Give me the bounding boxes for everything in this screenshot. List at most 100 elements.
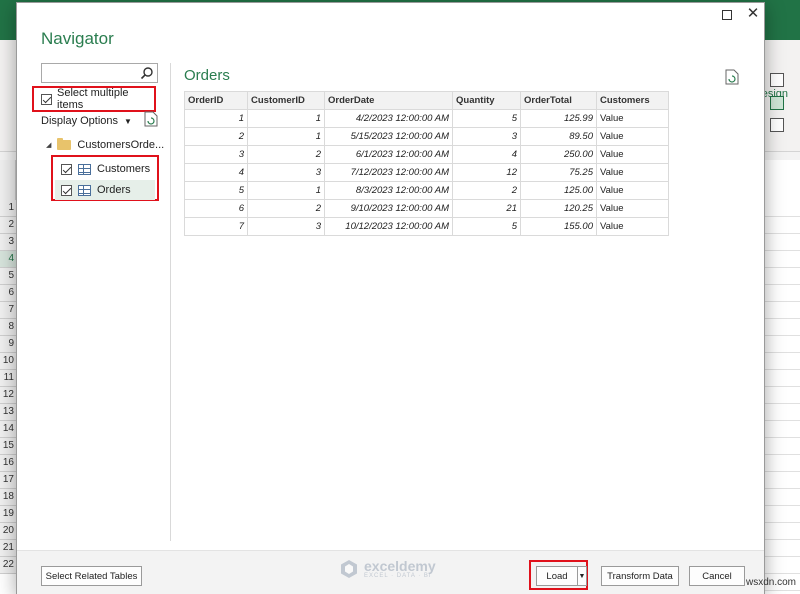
row-header[interactable]: 8 (0, 319, 16, 336)
table-row: 5 1 8/3/2023 12:00:00 AM 2 125.00 Value (184, 181, 669, 200)
table-cell: 2 (452, 181, 521, 200)
table-cell: 89.50 (520, 127, 597, 146)
row-header[interactable]: 19 (0, 506, 16, 523)
column-header[interactable]: Customers (596, 91, 669, 110)
row-header[interactable]: 5 (0, 268, 16, 285)
table-cell[interactable]: Value (596, 199, 669, 218)
row-header[interactable]: 9 (0, 336, 16, 353)
table-cell: 1 (247, 109, 325, 128)
tree-items-group: Customers Orders (51, 155, 159, 201)
chevron-down-icon: ▼ (124, 116, 132, 126)
table-cell: 1 (247, 127, 325, 146)
column-header[interactable]: OrderID (184, 91, 248, 110)
row-header[interactable]: 11 (0, 370, 16, 387)
ribbon-icon[interactable] (770, 73, 784, 87)
row-header[interactable]: 2 (0, 217, 16, 234)
table-cell: 75.25 (520, 163, 597, 182)
maximize-icon (722, 10, 732, 20)
column-header[interactable]: OrderDate (324, 91, 453, 110)
site-watermark: wsxdn.com (746, 577, 797, 588)
select-multiple-items-checkbox[interactable]: Select multiple items (32, 86, 156, 112)
row-header[interactable]: 21 (0, 540, 16, 557)
row-header[interactable]: 17 (0, 472, 16, 489)
checkbox-checked[interactable] (61, 184, 72, 196)
close-button[interactable]: ✕ (745, 5, 761, 23)
row-header[interactable]: 4 (0, 251, 16, 268)
select-related-tables-button[interactable]: Select Related Tables (41, 566, 142, 586)
row-header[interactable]: 3 (0, 234, 16, 251)
row-header[interactable]: 15 (0, 438, 16, 455)
table-cell[interactable]: Value (596, 109, 669, 128)
navigator-dialog: ✕ Navigator Select multiple items Displa… (16, 2, 765, 594)
row-headers: 1 2 3 4 5 6 7 8 9 10 11 12 13 14 15 16 17 18 19 20 21 22 (0, 200, 16, 574)
load-button-group: Load ▼ (529, 560, 588, 590)
row-header[interactable]: 1 (0, 200, 16, 217)
table-cell: 5/15/2023 12:00:00 AM (324, 127, 453, 146)
table-cell: 4/2/2023 12:00:00 AM (324, 109, 453, 128)
load-button[interactable]: Load (536, 566, 578, 586)
load-dropdown-button[interactable]: ▼ (577, 566, 587, 586)
table-cell[interactable]: Value (596, 181, 669, 200)
table-cell: 1 (247, 181, 325, 200)
export-icon[interactable] (725, 69, 739, 85)
display-options-dropdown[interactable]: Display Options ▼ (41, 115, 132, 127)
table-cell: 2 (247, 145, 325, 164)
table-cell: 8/3/2023 12:00:00 AM (324, 181, 453, 200)
ribbon-icon[interactable] (770, 118, 784, 132)
table-cell: 4 (184, 163, 248, 182)
table-cell[interactable]: Value (596, 145, 669, 164)
table-cell[interactable]: Value (596, 127, 669, 146)
table-cell: 6 (184, 199, 248, 218)
table-cell: 125.99 (520, 109, 597, 128)
refresh-icon[interactable] (144, 111, 158, 127)
chevron-down-icon: ▼ (578, 572, 586, 580)
tree-root-folder[interactable]: ◢ CustomersOrde... (46, 138, 164, 151)
table-icon (78, 163, 91, 175)
checkbox-checked[interactable] (61, 163, 72, 175)
table-row: 2 1 5/15/2023 12:00:00 AM 3 89.50 Value (184, 127, 669, 146)
tree-item-label: Orders (97, 184, 131, 196)
row-header[interactable]: 13 (0, 404, 16, 421)
table-cell: 250.00 (520, 145, 597, 164)
row-header[interactable]: 6 (0, 285, 16, 302)
table-cell: 155.00 (520, 217, 597, 236)
row-header[interactable]: 10 (0, 353, 16, 370)
table-cell: 12 (452, 163, 521, 182)
table-icon (78, 184, 91, 196)
dialog-title: Navigator (41, 29, 114, 48)
folder-icon (57, 138, 72, 150)
table-cell: 3 (184, 145, 248, 164)
row-header[interactable]: 16 (0, 455, 16, 472)
table-row: 4 3 7/12/2023 12:00:00 AM 12 75.25 Value (184, 163, 669, 182)
checkbox-checked[interactable] (41, 93, 52, 105)
table-cell[interactable]: Value (596, 163, 669, 182)
worksheet-gridlines (765, 200, 800, 594)
row-header[interactable]: 7 (0, 302, 16, 319)
transform-data-button[interactable]: Transform Data (601, 566, 679, 586)
table-cell: 125.00 (520, 181, 597, 200)
expand-triangle-icon[interactable]: ◢ (46, 141, 51, 149)
table-cell: 3 (247, 163, 325, 182)
row-header[interactable]: 14 (0, 421, 16, 438)
column-header[interactable]: Quantity (452, 91, 521, 110)
column-header[interactable]: CustomerID (247, 91, 325, 110)
table-cell[interactable]: Value (596, 217, 669, 236)
dialog-footer: Select Related Tables exceldemy EXCEL · … (17, 550, 764, 594)
ribbon-icon[interactable] (770, 96, 784, 110)
tree-item-customers[interactable]: Customers (61, 159, 150, 179)
table-cell: 6/1/2023 12:00:00 AM (324, 145, 453, 164)
table-cell: 9/10/2023 12:00:00 AM (324, 199, 453, 218)
row-header[interactable]: 12 (0, 387, 16, 404)
row-header[interactable]: 22 (0, 557, 16, 574)
table-cell: 21 (452, 199, 521, 218)
search-icon[interactable] (140, 66, 154, 80)
tree-item-orders[interactable]: Orders (55, 180, 155, 200)
row-header[interactable]: 20 (0, 523, 16, 540)
search-input[interactable] (41, 63, 158, 83)
table-cell: 7 (184, 217, 248, 236)
maximize-button[interactable] (720, 8, 734, 22)
column-header[interactable]: OrderTotal (520, 91, 597, 110)
row-header[interactable]: 18 (0, 489, 16, 506)
cancel-button[interactable]: Cancel (689, 566, 745, 586)
table-cell: 2 (184, 127, 248, 146)
